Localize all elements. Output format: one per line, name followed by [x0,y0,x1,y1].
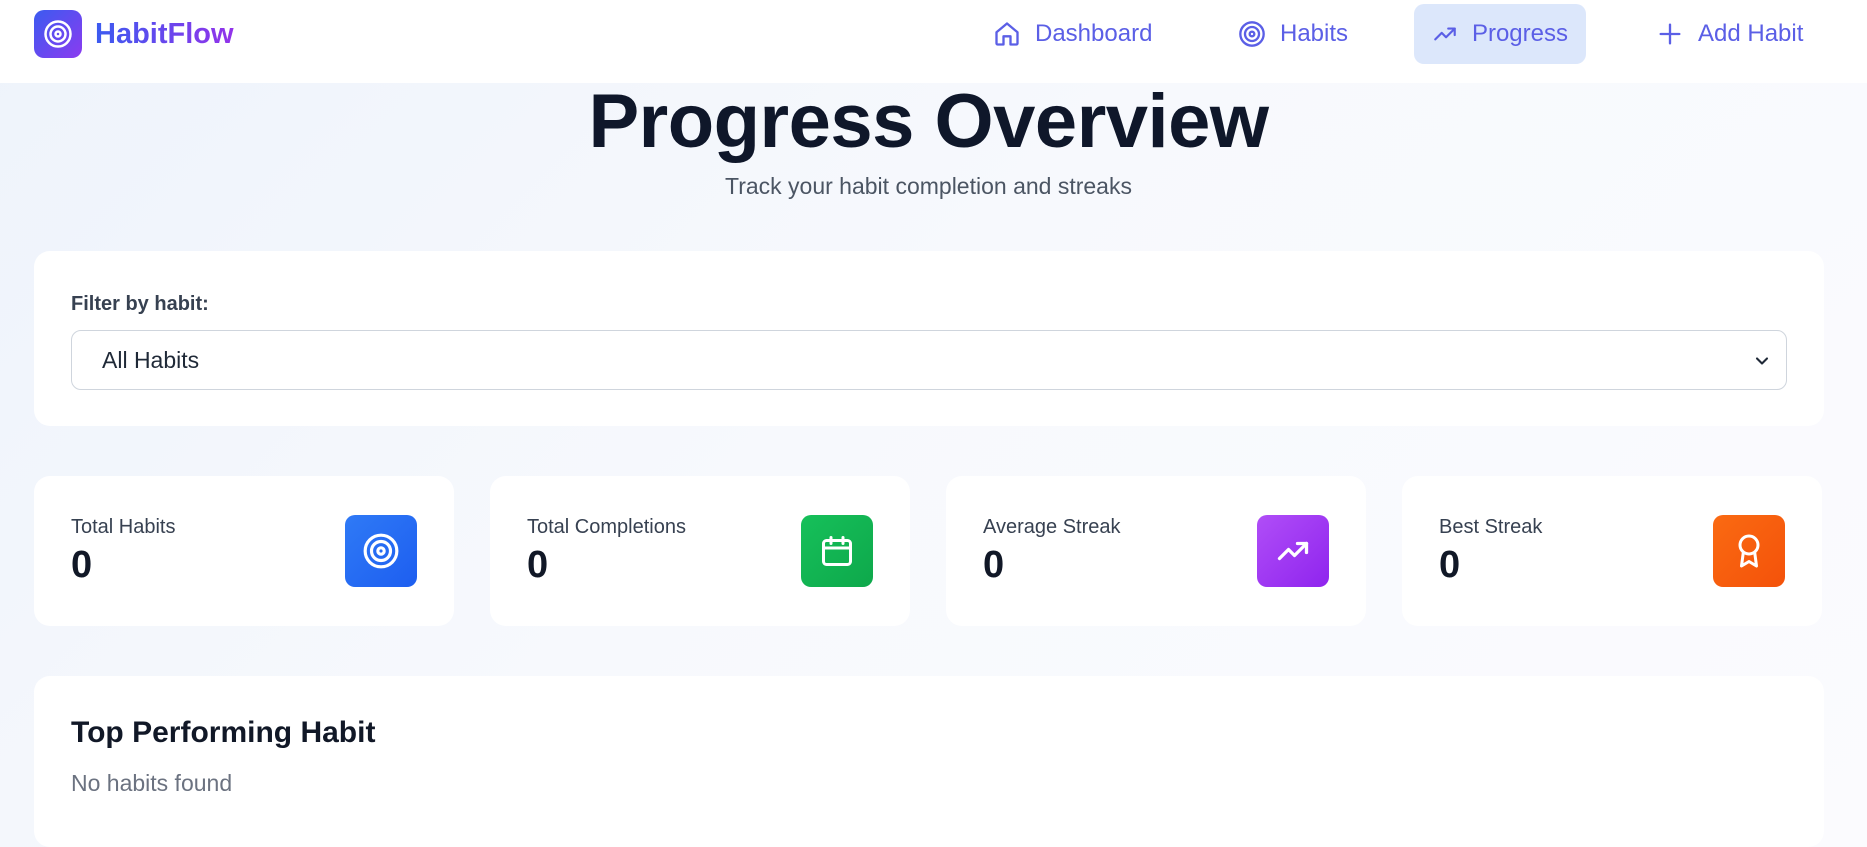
target-icon [345,515,417,587]
trending-up-icon [1434,27,1456,41]
nav-add-habit[interactable]: Add Habit [1638,4,1821,64]
filter-label: Filter by habit: [71,293,209,315]
top-navbar: HabitFlow Dashboard Habits Progress Add … [0,0,1867,83]
section-title: Top Performing Habit [71,716,376,749]
page-subtitle: Track your habit completion and streaks [725,173,1132,199]
award-icon [1713,515,1785,587]
nav-progress-label: Progress [1471,20,1568,47]
home-icon [995,22,1019,46]
stat-card-total-completions: Total Completions 0 [490,476,910,626]
stat-label: Average Streak [983,516,1121,538]
target-icon [1239,21,1265,47]
nav-dashboard-label: Dashboard [1035,20,1153,47]
stat-label: Total Habits [71,516,176,538]
stat-card-best-streak: Best Streak 0 [1402,476,1822,626]
brand[interactable]: HabitFlow [34,10,234,58]
stat-label: Total Completions [527,516,686,538]
filter-card: Filter by habit: All Habits [34,251,1824,426]
stat-value: 0 [71,544,93,586]
habit-filter-select[interactable]: All Habits [71,330,1787,390]
stat-card-total-habits: Total Habits 0 [34,476,454,626]
stat-value: 0 [1439,544,1461,586]
brand-name: HabitFlow [95,17,234,50]
nav-progress[interactable]: Progress [1414,4,1586,64]
chevron-down-icon [1755,357,1769,365]
plus-icon [1659,23,1681,45]
nav-habits-label: Habits [1280,20,1349,47]
stat-label: Best Streak [1439,516,1543,538]
trending-up-icon [1257,515,1329,587]
page-title: Progress Overview [588,79,1269,164]
stat-card-average-streak: Average Streak 0 [946,476,1366,626]
target-icon [34,10,82,58]
nav-add-habit-label: Add Habit [1698,20,1804,47]
nav-dashboard[interactable]: Dashboard [975,4,1170,64]
calendar-icon [801,515,873,587]
stat-value: 0 [527,544,549,586]
nav-habits[interactable]: Habits [1220,4,1366,64]
filter-selected-value: All Habits [102,346,200,373]
empty-state-text: No habits found [71,770,233,796]
stat-value: 0 [983,544,1005,586]
top-performing-card: Top Performing Habit No habits found [34,676,1824,847]
